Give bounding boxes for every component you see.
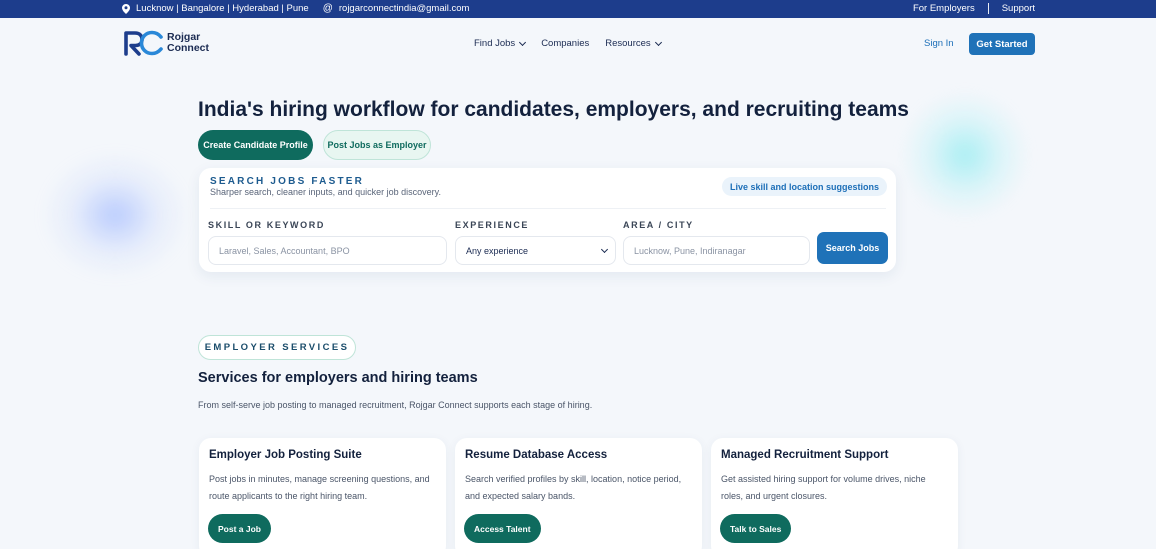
employer-services-badge: EMPLOYER SERVICES — [198, 335, 356, 360]
post-jobs-employer-button[interactable]: Post Jobs as Employer — [323, 130, 431, 160]
nav-find-jobs[interactable]: Find Jobs — [474, 38, 527, 49]
create-candidate-profile-button[interactable]: Create Candidate Profile — [198, 130, 313, 160]
background-glow-right — [900, 90, 1030, 220]
support-link[interactable]: Support — [1002, 3, 1035, 14]
service-card-managed-recruitment: Managed Recruitment Support Get assisted… — [711, 438, 958, 549]
top-info-bar: Lucknow | Bangalore | Hyderabad | Pune @… — [0, 0, 1156, 18]
location-list: Lucknow | Bangalore | Hyderabad | Pune — [136, 3, 309, 14]
area-label: AREA / CITY — [623, 220, 694, 230]
location-pin-icon — [122, 3, 130, 14]
nav-resources-label: Resources — [605, 38, 651, 49]
topbar-divider — [987, 3, 989, 14]
logo-line-2: Connect — [167, 42, 209, 54]
logo-text: Rojgar Connect — [167, 32, 209, 54]
search-card-divider — [210, 208, 886, 209]
sign-in-link[interactable]: Sign In — [924, 38, 954, 49]
skill-label: SKILL OR KEYWORD — [208, 220, 325, 230]
site-header: Rojgar Connect Find Jobs Companies Resou… — [0, 18, 1156, 70]
hero-title: India's hiring workflow for candidates, … — [198, 98, 909, 121]
service-card-description: Search verified profiles by skill, locat… — [465, 474, 682, 501]
search-jobs-button[interactable]: Search Jobs — [817, 232, 888, 264]
nav-find-jobs-label: Find Jobs — [474, 38, 516, 49]
main-nav: Find Jobs Companies Resources — [474, 38, 677, 49]
service-card-job-posting: Employer Job Posting Suite Post jobs in … — [199, 438, 446, 549]
for-employers-link[interactable]: For Employers — [913, 3, 975, 14]
access-talent-button[interactable]: Access Talent — [464, 514, 541, 543]
experience-label: EXPERIENCE — [455, 220, 530, 230]
service-card-title: Resume Database Access — [465, 449, 608, 461]
experience-select-value: Any experience — [466, 245, 529, 256]
chevron-down-icon — [654, 38, 662, 46]
talk-to-sales-button[interactable]: Talk to Sales — [720, 514, 792, 543]
contact-info: Lucknow | Bangalore | Hyderabad | Pune @… — [122, 3, 469, 14]
nav-companies[interactable]: Companies — [541, 38, 589, 49]
service-card-description: Post jobs in minutes, manage screening q… — [209, 474, 430, 501]
contact-email[interactable]: rojgarconnectindia@gmail.com — [339, 3, 470, 14]
rc-logo-icon — [124, 30, 163, 56]
search-card-subtitle: Sharper search, cleaner inputs, and quic… — [210, 187, 441, 197]
skill-input[interactable]: Laravel, Sales, Accountant, BPO — [208, 236, 447, 265]
get-started-button[interactable]: Get Started — [969, 33, 1035, 55]
logo[interactable]: Rojgar Connect — [123, 30, 209, 56]
services-title: Services for employers and hiring teams — [198, 370, 478, 386]
service-card-title: Managed Recruitment Support — [721, 449, 889, 461]
post-a-job-button[interactable]: Post a Job — [208, 514, 271, 543]
chevron-down-icon — [519, 38, 527, 46]
service-card-description: Get assisted hiring support for volume d… — [721, 474, 926, 501]
nav-resources[interactable]: Resources — [605, 38, 662, 49]
chevron-down-icon — [600, 245, 609, 253]
suggestions-badge: Live skill and location suggestions — [722, 177, 887, 196]
services-subtitle: From self-serve job posting to managed r… — [198, 400, 593, 410]
nav-companies-label: Companies — [541, 38, 590, 49]
email-icon: @ — [322, 3, 333, 14]
service-card-title: Employer Job Posting Suite — [209, 449, 362, 461]
experience-select[interactable]: Any experience — [455, 236, 616, 265]
background-glow-left — [40, 150, 190, 280]
area-input[interactable]: Lucknow, Pune, Indiranagar — [623, 236, 810, 265]
job-search-card: SEARCH JOBS FASTER Sharper search, clean… — [199, 168, 896, 272]
search-card-title: SEARCH JOBS FASTER — [210, 176, 365, 187]
service-card-resume-database: Resume Database Access Search verified p… — [455, 438, 702, 549]
